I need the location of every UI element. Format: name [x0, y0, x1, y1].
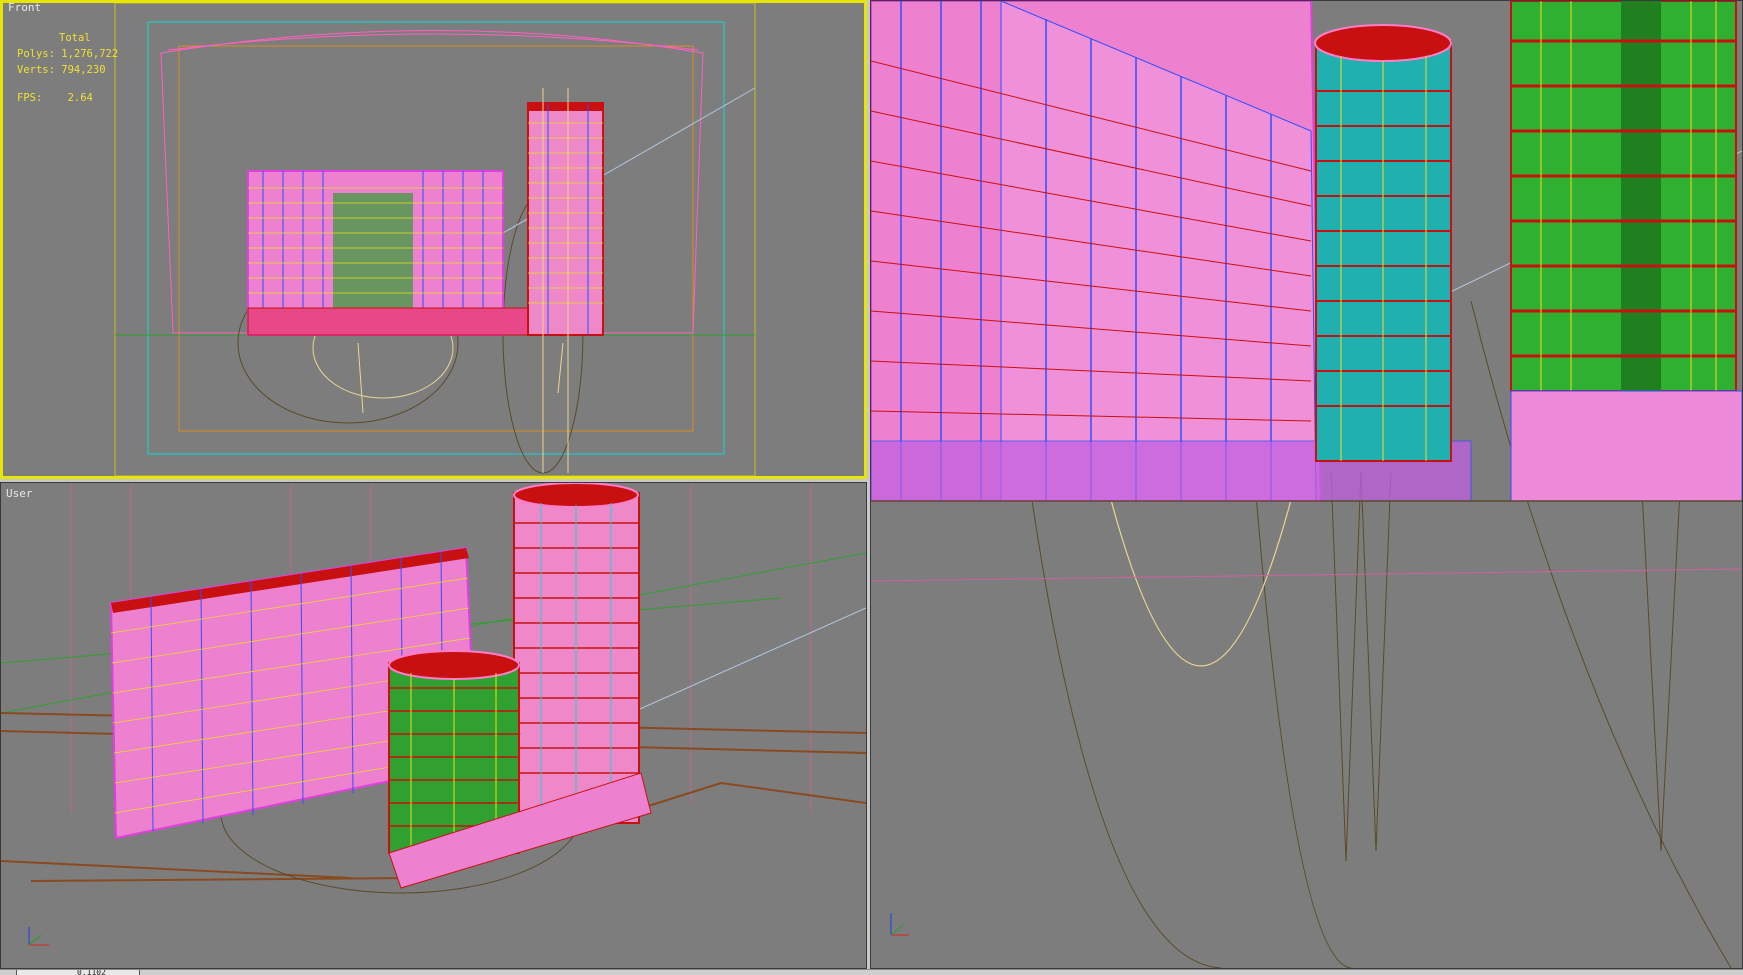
stats-polys: Polys: 1,276,722	[17, 46, 118, 62]
tall-tower	[513, 483, 640, 824]
front-viewport[interactable]: Front Total Polys: 1,276,722 Verts: 794,…	[0, 0, 867, 479]
verts-label: Verts:	[17, 64, 55, 76]
right-tower	[1510, 1, 1742, 502]
stats-header: Total	[59, 32, 91, 44]
viewport-label-user[interactable]: User	[6, 487, 33, 500]
scene-statistics: Total Polys: 1,276,722 Verts: 794,230 FP…	[17, 30, 118, 106]
polys-label: Polys:	[17, 48, 55, 60]
status-bar: 0.1102	[0, 969, 1743, 975]
stats-fps: FPS: 2.64	[17, 90, 118, 106]
light-ray	[630, 607, 866, 714]
perspective-viewport[interactable]	[870, 0, 1743, 969]
user-viewport-canvas[interactable]	[1, 483, 866, 968]
fps-value: 2.64	[67, 92, 93, 104]
perspective-viewport-canvas[interactable]	[871, 1, 1742, 968]
verts-value: 794,230	[61, 64, 106, 76]
fps-label: FPS:	[17, 92, 43, 104]
dome-wire-2	[167, 33, 699, 51]
tower-building	[527, 88, 604, 473]
support-wire	[357, 342, 564, 414]
front-viewport-canvas[interactable]	[3, 3, 864, 476]
user-viewport[interactable]: User	[0, 482, 867, 969]
axis-triad-icon	[890, 913, 909, 936]
status-field[interactable]: 0.1102	[16, 970, 140, 975]
polys-value: 1,276,722	[61, 48, 119, 60]
viewport-label-front[interactable]: Front	[8, 3, 41, 14]
middle-tower	[1314, 24, 1452, 462]
axis-triad-icon	[28, 927, 49, 946]
ground-line	[871, 568, 1742, 582]
stats-verts: Verts: 794,230	[17, 62, 118, 78]
